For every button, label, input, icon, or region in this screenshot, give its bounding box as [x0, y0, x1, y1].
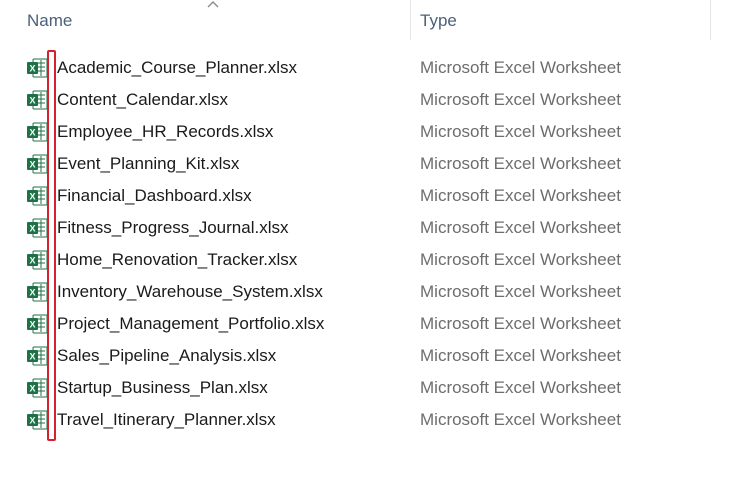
column-header-bar: Name Type [0, 0, 743, 40]
file-type: Microsoft Excel Worksheet [420, 122, 621, 141]
file-row[interactable]: X Content_Calendar.xlsx Microsoft Excel Wo… [0, 84, 743, 116]
file-row[interactable]: X Employee_HR_Records.xlsx Microsoft Excel… [0, 116, 743, 148]
name-column-header[interactable]: Name [27, 0, 72, 40]
file-row[interactable]: X Academic_Course_Planner.xlsx Microsoft E… [0, 52, 743, 84]
file-type: Microsoft Excel Worksheet [420, 218, 621, 237]
svg-text:X: X [29, 288, 35, 298]
file-row[interactable]: X Event_Planning_Kit.xlsx Microsoft Excel … [0, 148, 743, 180]
excel-file-icon: X [27, 90, 48, 110]
svg-text:X: X [29, 128, 35, 138]
file-row[interactable]: X Financial_Dashboard.xlsx Microsoft Excel… [0, 180, 743, 212]
excel-file-icon: X [27, 154, 48, 174]
file-type: Microsoft Excel Worksheet [420, 282, 621, 301]
file-row[interactable]: X Travel_Itinerary_Planner.xlsx Microsoft … [0, 404, 743, 436]
file-name[interactable]: Financial_Dashboard.xlsx [57, 180, 252, 212]
excel-file-icon: X [27, 218, 48, 238]
red-highlight-annotation [47, 50, 56, 441]
svg-text:X: X [29, 224, 35, 234]
svg-text:X: X [29, 192, 35, 202]
file-name[interactable]: Employee_HR_Records.xlsx [57, 116, 273, 148]
excel-file-icon: X [27, 314, 48, 334]
excel-file-icon: X [27, 346, 48, 366]
svg-text:X: X [29, 320, 35, 330]
file-row[interactable]: X Project_Management_Portfolio.xlsx Micros… [0, 308, 743, 340]
excel-file-icon: X [27, 122, 48, 142]
excel-file-icon: X [27, 410, 48, 430]
file-type: Microsoft Excel Worksheet [420, 410, 621, 429]
svg-text:X: X [29, 384, 35, 394]
file-name[interactable]: Travel_Itinerary_Planner.xlsx [57, 404, 276, 436]
type-column-header[interactable]: Type [420, 0, 457, 40]
file-name[interactable]: Startup_Business_Plan.xlsx [57, 372, 268, 404]
file-type: Microsoft Excel Worksheet [420, 250, 621, 269]
file-name[interactable]: Home_Renovation_Tracker.xlsx [57, 244, 297, 276]
svg-text:X: X [29, 96, 35, 106]
svg-text:X: X [29, 160, 35, 170]
excel-file-icon: X [27, 282, 48, 302]
file-name[interactable]: Event_Planning_Kit.xlsx [57, 148, 239, 180]
file-name[interactable]: Sales_Pipeline_Analysis.xlsx [57, 340, 276, 372]
column-divider[interactable] [410, 0, 411, 40]
file-row[interactable]: X Sales_Pipeline_Analysis.xlsx Microsoft E… [0, 340, 743, 372]
file-type: Microsoft Excel Worksheet [420, 186, 621, 205]
file-name[interactable]: Fitness_Progress_Journal.xlsx [57, 212, 288, 244]
file-type: Microsoft Excel Worksheet [420, 314, 621, 333]
file-name[interactable]: Content_Calendar.xlsx [57, 84, 228, 116]
excel-file-icon: X [27, 250, 48, 270]
file-type: Microsoft Excel Worksheet [420, 58, 621, 77]
file-name[interactable]: Academic_Course_Planner.xlsx [57, 52, 297, 84]
svg-text:X: X [29, 416, 35, 426]
file-name[interactable]: Project_Management_Portfolio.xlsx [57, 308, 324, 340]
file-row[interactable]: X Inventory_Warehouse_System.xlsx Microsof… [0, 276, 743, 308]
file-type: Microsoft Excel Worksheet [420, 346, 621, 365]
file-type: Microsoft Excel Worksheet [420, 154, 621, 173]
file-row[interactable]: X Startup_Business_Plan.xlsx Microsoft Exc… [0, 372, 743, 404]
file-row[interactable]: X Fitness_Progress_Journal.xlsx Microsoft … [0, 212, 743, 244]
sort-ascending-icon [207, 1, 219, 8]
svg-text:X: X [29, 352, 35, 362]
excel-file-icon: X [27, 58, 48, 78]
svg-text:X: X [29, 256, 35, 266]
excel-file-icon: X [27, 186, 48, 206]
excel-file-icon: X [27, 378, 48, 398]
file-type: Microsoft Excel Worksheet [420, 378, 621, 397]
file-type: Microsoft Excel Worksheet [420, 90, 621, 109]
column-divider[interactable] [710, 0, 711, 40]
file-row[interactable]: X Home_Renovation_Tracker.xlsx Microsoft E… [0, 244, 743, 276]
svg-text:X: X [29, 64, 35, 74]
file-name[interactable]: Inventory_Warehouse_System.xlsx [57, 276, 323, 308]
